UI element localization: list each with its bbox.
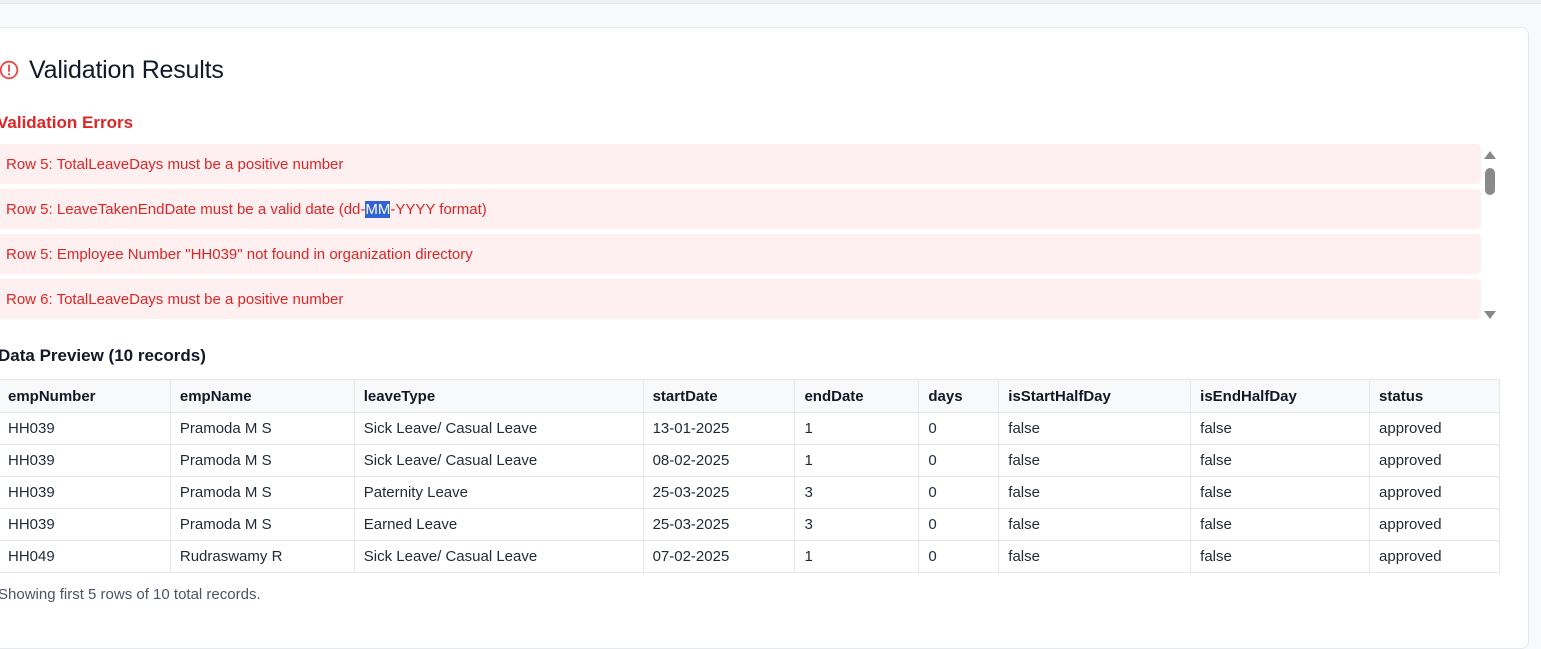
table-cell: Sick Leave/ Casual Leave (353, 444, 644, 477)
table-cell: 25-03-2025 (642, 476, 796, 509)
table-cell: Sick Leave/ Casual Leave (353, 540, 644, 573)
table-cell: HH039 (0, 508, 171, 541)
table-cell: 07-02-2025 (642, 540, 796, 573)
page-title: Validation Results (29, 55, 224, 84)
table-cell: false (1190, 412, 1371, 445)
table-cell: Pramoda M S (169, 508, 355, 541)
scrollbar-thumb[interactable] (1485, 168, 1495, 195)
selected-text: MM (365, 200, 391, 218)
table-cell: approved (1369, 412, 1500, 445)
table-row: HH039 Pramoda M S Sick Leave/ Casual Lea… (0, 412, 1500, 445)
table-cell: approved (1369, 444, 1500, 477)
error-item: Row 5: Employee Number "HH039" not found… (0, 234, 1481, 274)
table-cell: 0 (918, 444, 1000, 477)
table-cell: Earned Leave (353, 508, 644, 541)
error-item: Row 5: TotalLeaveDays must be a positive… (0, 144, 1481, 184)
table-cell: false (1190, 540, 1371, 573)
error-text: Row 5: TotalLeaveDays must be a positive… (6, 155, 344, 173)
scroll-down-arrow-icon[interactable] (1484, 311, 1496, 319)
table-cell: approved (1369, 476, 1500, 509)
table-cell: Sick Leave/ Casual Leave (353, 412, 644, 445)
table-cell: 25-03-2025 (642, 508, 796, 541)
table-cell: HH039 (0, 476, 171, 509)
table-row: HH039 Pramoda M S Earned Leave 25-03-202… (0, 508, 1500, 541)
column-header: endDate (794, 379, 920, 413)
table-cell: HH039 (0, 412, 171, 445)
column-header: days (918, 379, 1000, 413)
table-cell: 0 (918, 540, 1000, 573)
table-cell: false (998, 444, 1192, 477)
table-cell: Pramoda M S (169, 412, 355, 445)
preview-table: empNumber empName leaveType startDate en… (0, 379, 1500, 573)
table-cell: Paternity Leave (353, 476, 644, 509)
errors-scrollbar[interactable] (1480, 148, 1500, 322)
error-text: Row 5: Employee Number "HH039" not found… (6, 245, 473, 263)
column-header: leaveType (353, 379, 644, 413)
table-cell: false (998, 540, 1192, 573)
preview-heading: Data Preview (10 records) (0, 346, 206, 365)
table-cell: 0 (918, 476, 1000, 509)
table-cell: 0 (918, 508, 1000, 541)
table-cell: approved (1369, 540, 1500, 573)
column-header: isEndHalfDay (1190, 379, 1371, 413)
table-cell: 3 (794, 508, 920, 541)
column-header: empName (169, 379, 355, 413)
column-header: isStartHalfDay (998, 379, 1192, 413)
table-row: HH039 Pramoda M S Sick Leave/ Casual Lea… (0, 444, 1500, 477)
error-text: Row 6: TotalLeaveDays must be a positive… (6, 290, 344, 308)
table-cell: false (998, 508, 1192, 541)
title-row: Validation Results (0, 54, 224, 86)
table-cell: Rudraswamy R (169, 540, 355, 573)
table-cell: 0 (918, 412, 1000, 445)
records-footer-note: Showing first 5 rows of 10 total records… (0, 586, 261, 603)
table-header-row: empNumber empName leaveType startDate en… (0, 379, 1500, 413)
error-text: Row 5: LeaveTakenEndDate must be a valid… (6, 200, 487, 218)
table-cell: false (998, 476, 1192, 509)
errors-list[interactable]: Row 5: TotalLeaveDays must be a positive… (0, 144, 1502, 324)
error-text-before: Row 5: LeaveTakenEndDate must be a valid… (6, 200, 366, 218)
table-cell: false (1190, 476, 1371, 509)
table-cell: false (998, 412, 1192, 445)
table-cell: 08-02-2025 (642, 444, 796, 477)
errors-heading: Validation Errors (0, 113, 134, 132)
alert-circle-icon (0, 60, 19, 80)
table-cell: 13-01-2025 (642, 412, 796, 445)
table-cell: false (1190, 444, 1371, 477)
table-row: HH049 Rudraswamy R Sick Leave/ Casual Le… (0, 540, 1500, 573)
table-cell: 3 (794, 476, 920, 509)
column-header: status (1369, 379, 1500, 413)
table-row: HH039 Pramoda M S Paternity Leave 25-03-… (0, 476, 1500, 509)
scroll-up-arrow-icon[interactable] (1484, 151, 1496, 159)
table-cell: 1 (794, 540, 920, 573)
table-cell: HH039 (0, 444, 171, 477)
top-strip (0, 0, 1541, 4)
table-cell: false (1190, 508, 1371, 541)
error-item: Row 6: TotalLeaveDays must be a positive… (0, 279, 1481, 319)
error-item: Row 5: LeaveTakenEndDate must be a valid… (0, 189, 1481, 229)
column-header: empNumber (0, 379, 171, 413)
table-cell: Pramoda M S (169, 476, 355, 509)
table-cell: 1 (794, 444, 920, 477)
table-cell: approved (1369, 508, 1500, 541)
table-cell: HH049 (0, 540, 171, 573)
table-cell: Pramoda M S (169, 444, 355, 477)
column-header: startDate (642, 379, 796, 413)
error-text-after: -YYYY format) (390, 200, 487, 218)
table-cell: 1 (794, 412, 920, 445)
